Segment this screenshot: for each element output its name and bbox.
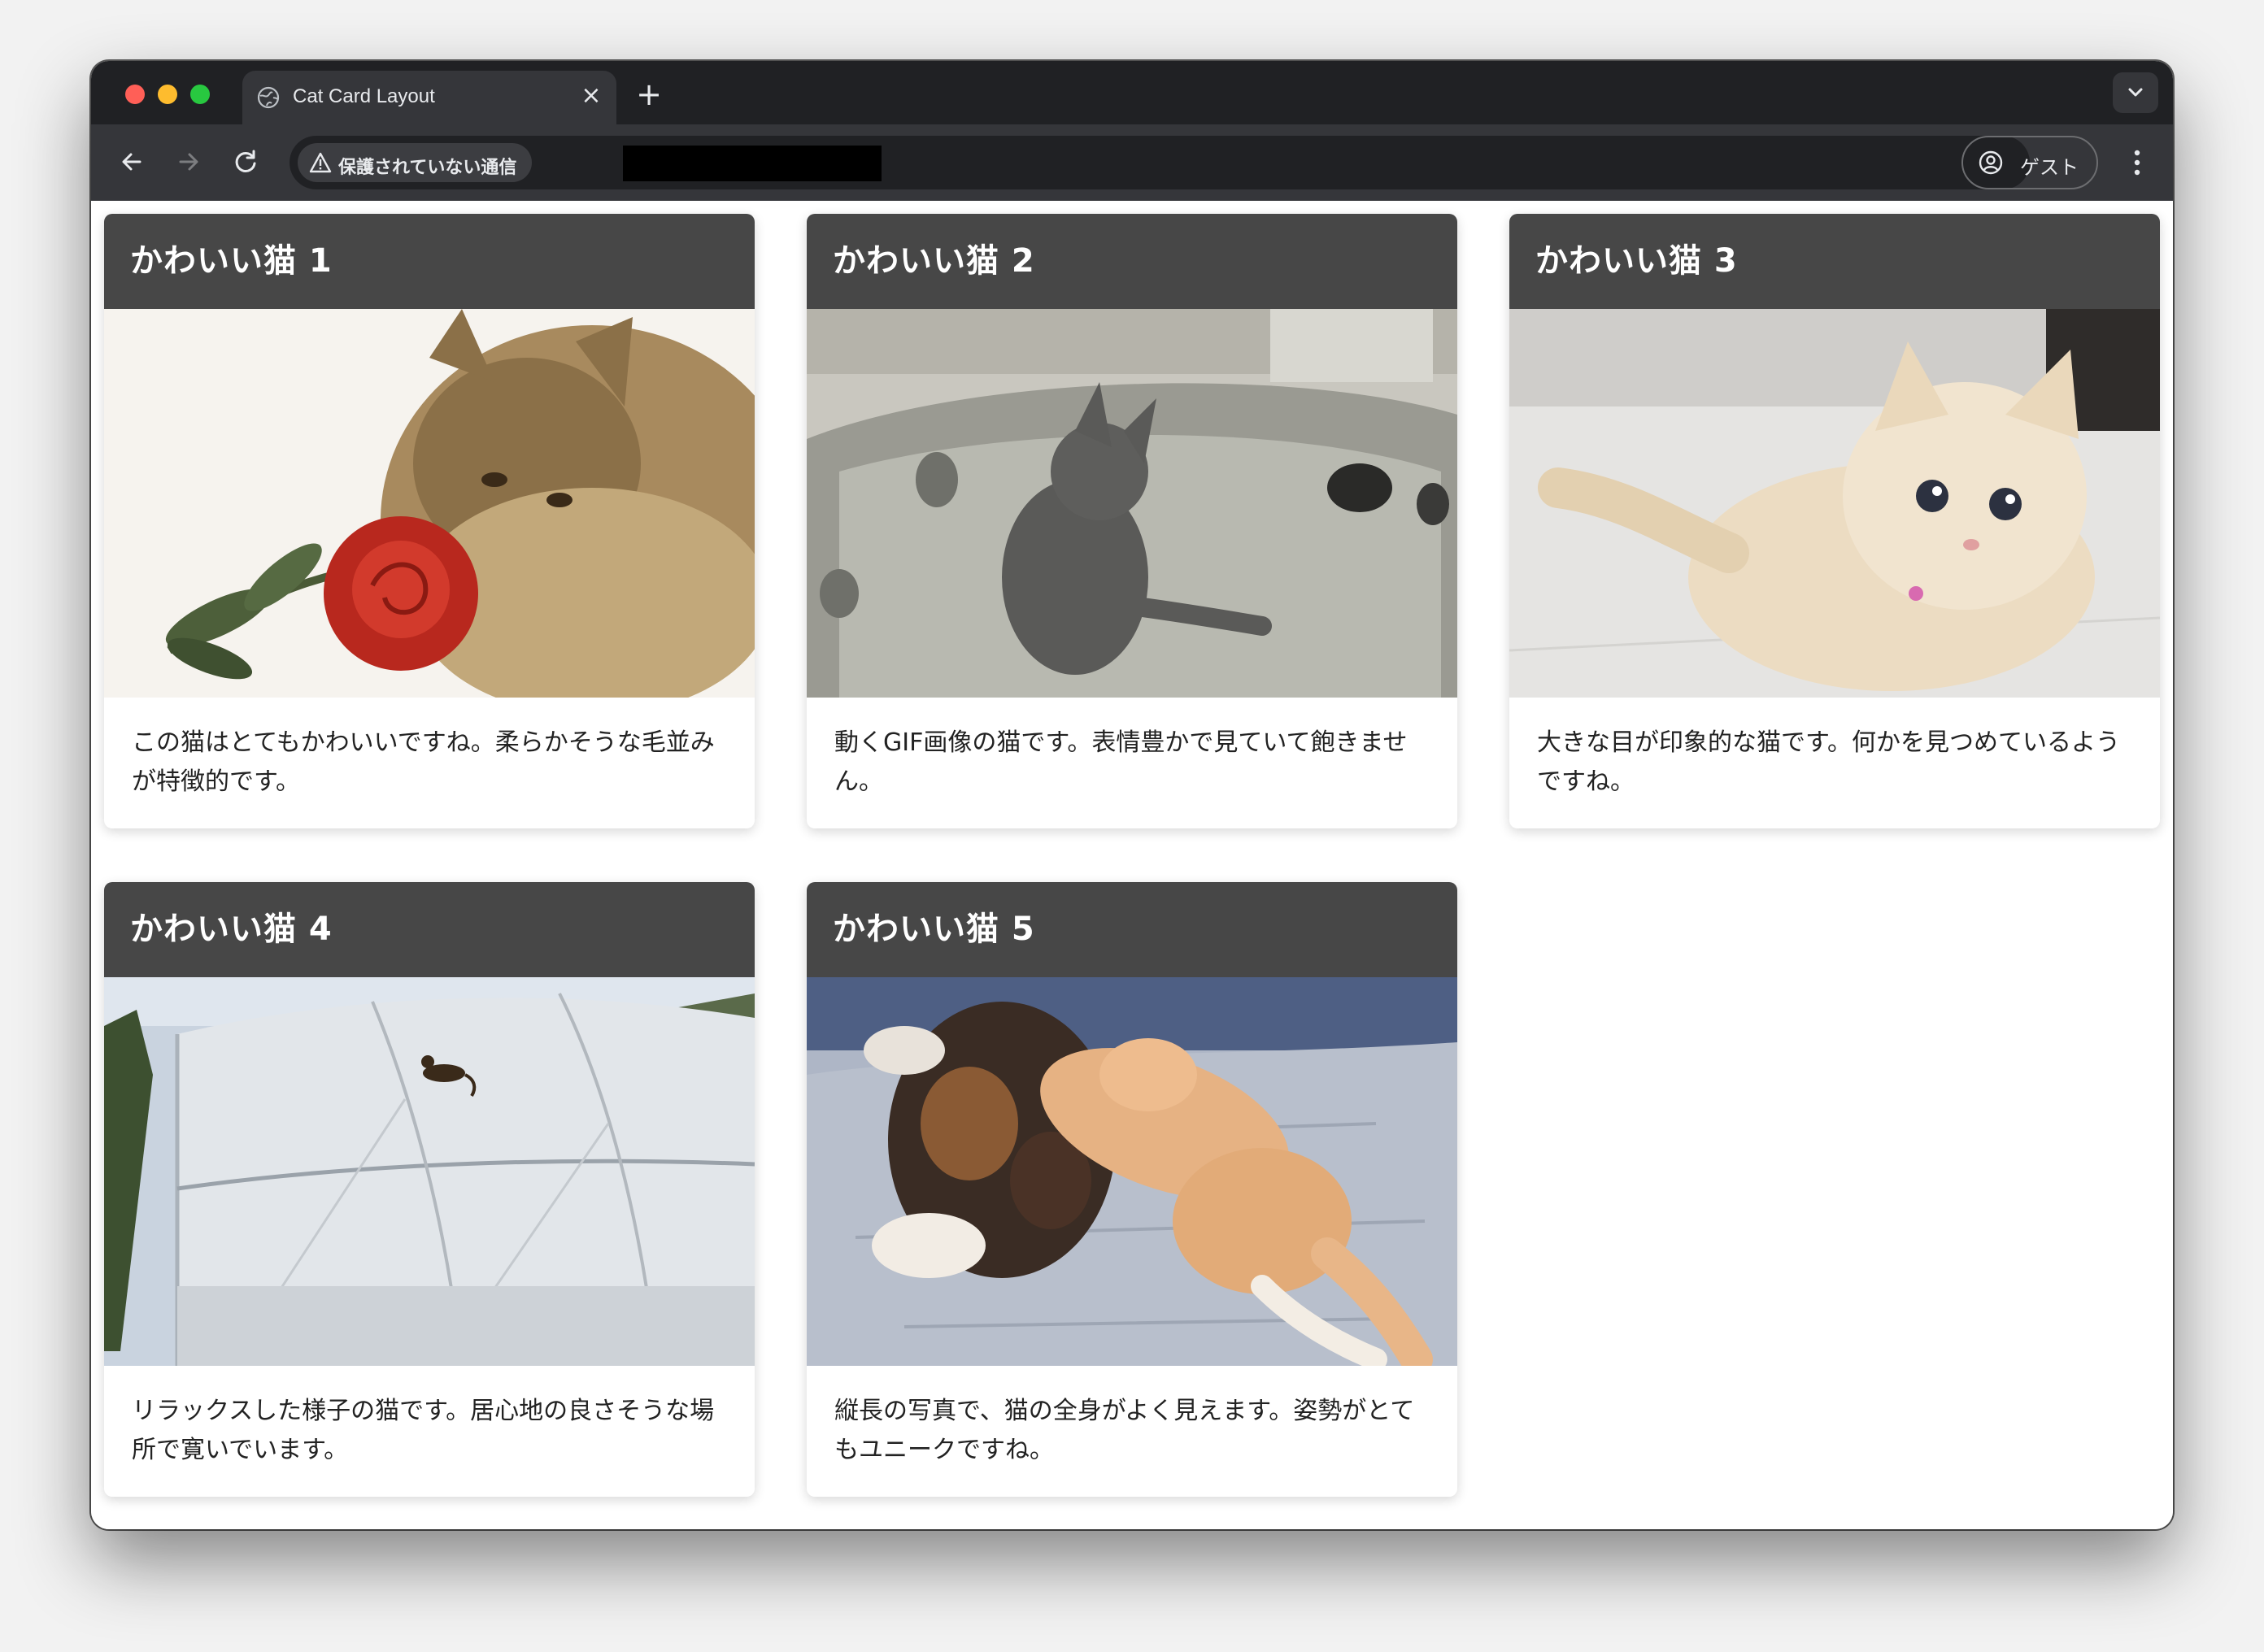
card-title: かわいい猫 4 [104,882,755,977]
card-description: リラックスした様子の猫です。居心地の良さそうな場所で寛いでいます。 [132,1397,715,1464]
card-description: 動くGIF画像の猫です。表情豊かで見ていて飽きません。 [834,728,1408,796]
globe-icon [257,86,280,109]
card-image-two-cats-on-bed [807,977,1457,1366]
close-window-button[interactable] [125,85,145,104]
address-bar[interactable]: 保護されていない通信 [290,136,2030,189]
tab-title: Cat Card Layout [293,85,435,107]
card-description: 大きな目が印象的な猫です。何かを見つめているようですね。 [1537,728,2120,796]
card-description: この猫はとてもかわいいですね。柔らかそうな毛並みが特徴的です。 [132,728,715,796]
cat-card-5: かわいい猫 5 縦長の写真で、猫の全身がよく見えます。姿勢がとてもユニークですね… [807,882,1457,1497]
active-tab[interactable]: Cat Card Layout × [242,71,616,124]
reload-icon[interactable] [229,146,262,178]
cat-card-3: かわいい猫 3 大きな目が印象的な猫です。何かを見つめているようですね。 [1509,214,2160,828]
card-title: かわいい猫 5 [807,882,1457,977]
tab-search-button[interactable] [2113,72,2158,113]
card-title: かわいい猫 3 [1509,214,2160,309]
profile-label: ゲスト [2020,156,2079,179]
browser-window: Cat Card Layout × + 保護されていない通信 ゲスト かわいい猫… [91,61,2173,1529]
url-text-redacted[interactable] [623,146,882,181]
security-label: 保護されていない通信 [338,158,517,178]
page-content: かわいい猫 1 この猫はとてもかわいいですね。柔らかそうな毛並みが特徴的です。 [91,201,2173,1529]
chevron-down-icon [2128,88,2143,97]
cat-card-4: かわいい猫 4 リラックスした様子の猫です。居心地の良さそうな場所で寛いでいます… [104,882,755,1497]
account-icon [1979,150,2003,175]
close-tab-icon[interactable]: × [579,84,603,108]
card-title: かわいい猫 1 [104,214,755,309]
maximize-window-button[interactable] [190,85,210,104]
card-title: かわいい猫 2 [807,214,1457,309]
card-image-cat-on-greenhouse [104,977,755,1366]
card-image-cat-in-bathtub [807,309,1457,698]
more-menu-icon[interactable] [2131,147,2144,178]
security-indicator[interactable]: 保護されていない通信 [298,143,532,182]
card-image-fluffy-kitten [1509,309,2160,698]
card-image-cat-with-rose [104,309,755,698]
forward-arrow-icon[interactable] [172,146,205,178]
new-tab-button[interactable]: + [634,79,664,110]
card-description: 縦長の写真で、猫の全身がよく見えます。姿勢がとてもユニークですね。 [834,1397,1415,1464]
warning-icon [309,152,332,173]
minimize-window-button[interactable] [158,85,177,104]
toolbar: 保護されていない通信 ゲスト [91,124,2173,201]
back-arrow-icon[interactable] [115,146,148,178]
tab-bar: Cat Card Layout × + [91,61,2173,124]
profile-button[interactable]: ゲスト [1961,136,2098,189]
cat-card-1: かわいい猫 1 この猫はとてもかわいいですね。柔らかそうな毛並みが特徴的です。 [104,214,755,828]
cat-card-2: かわいい猫 2 動くGIF画像の猫です。表情豊かで見ていて飽きません。 [807,214,1457,828]
